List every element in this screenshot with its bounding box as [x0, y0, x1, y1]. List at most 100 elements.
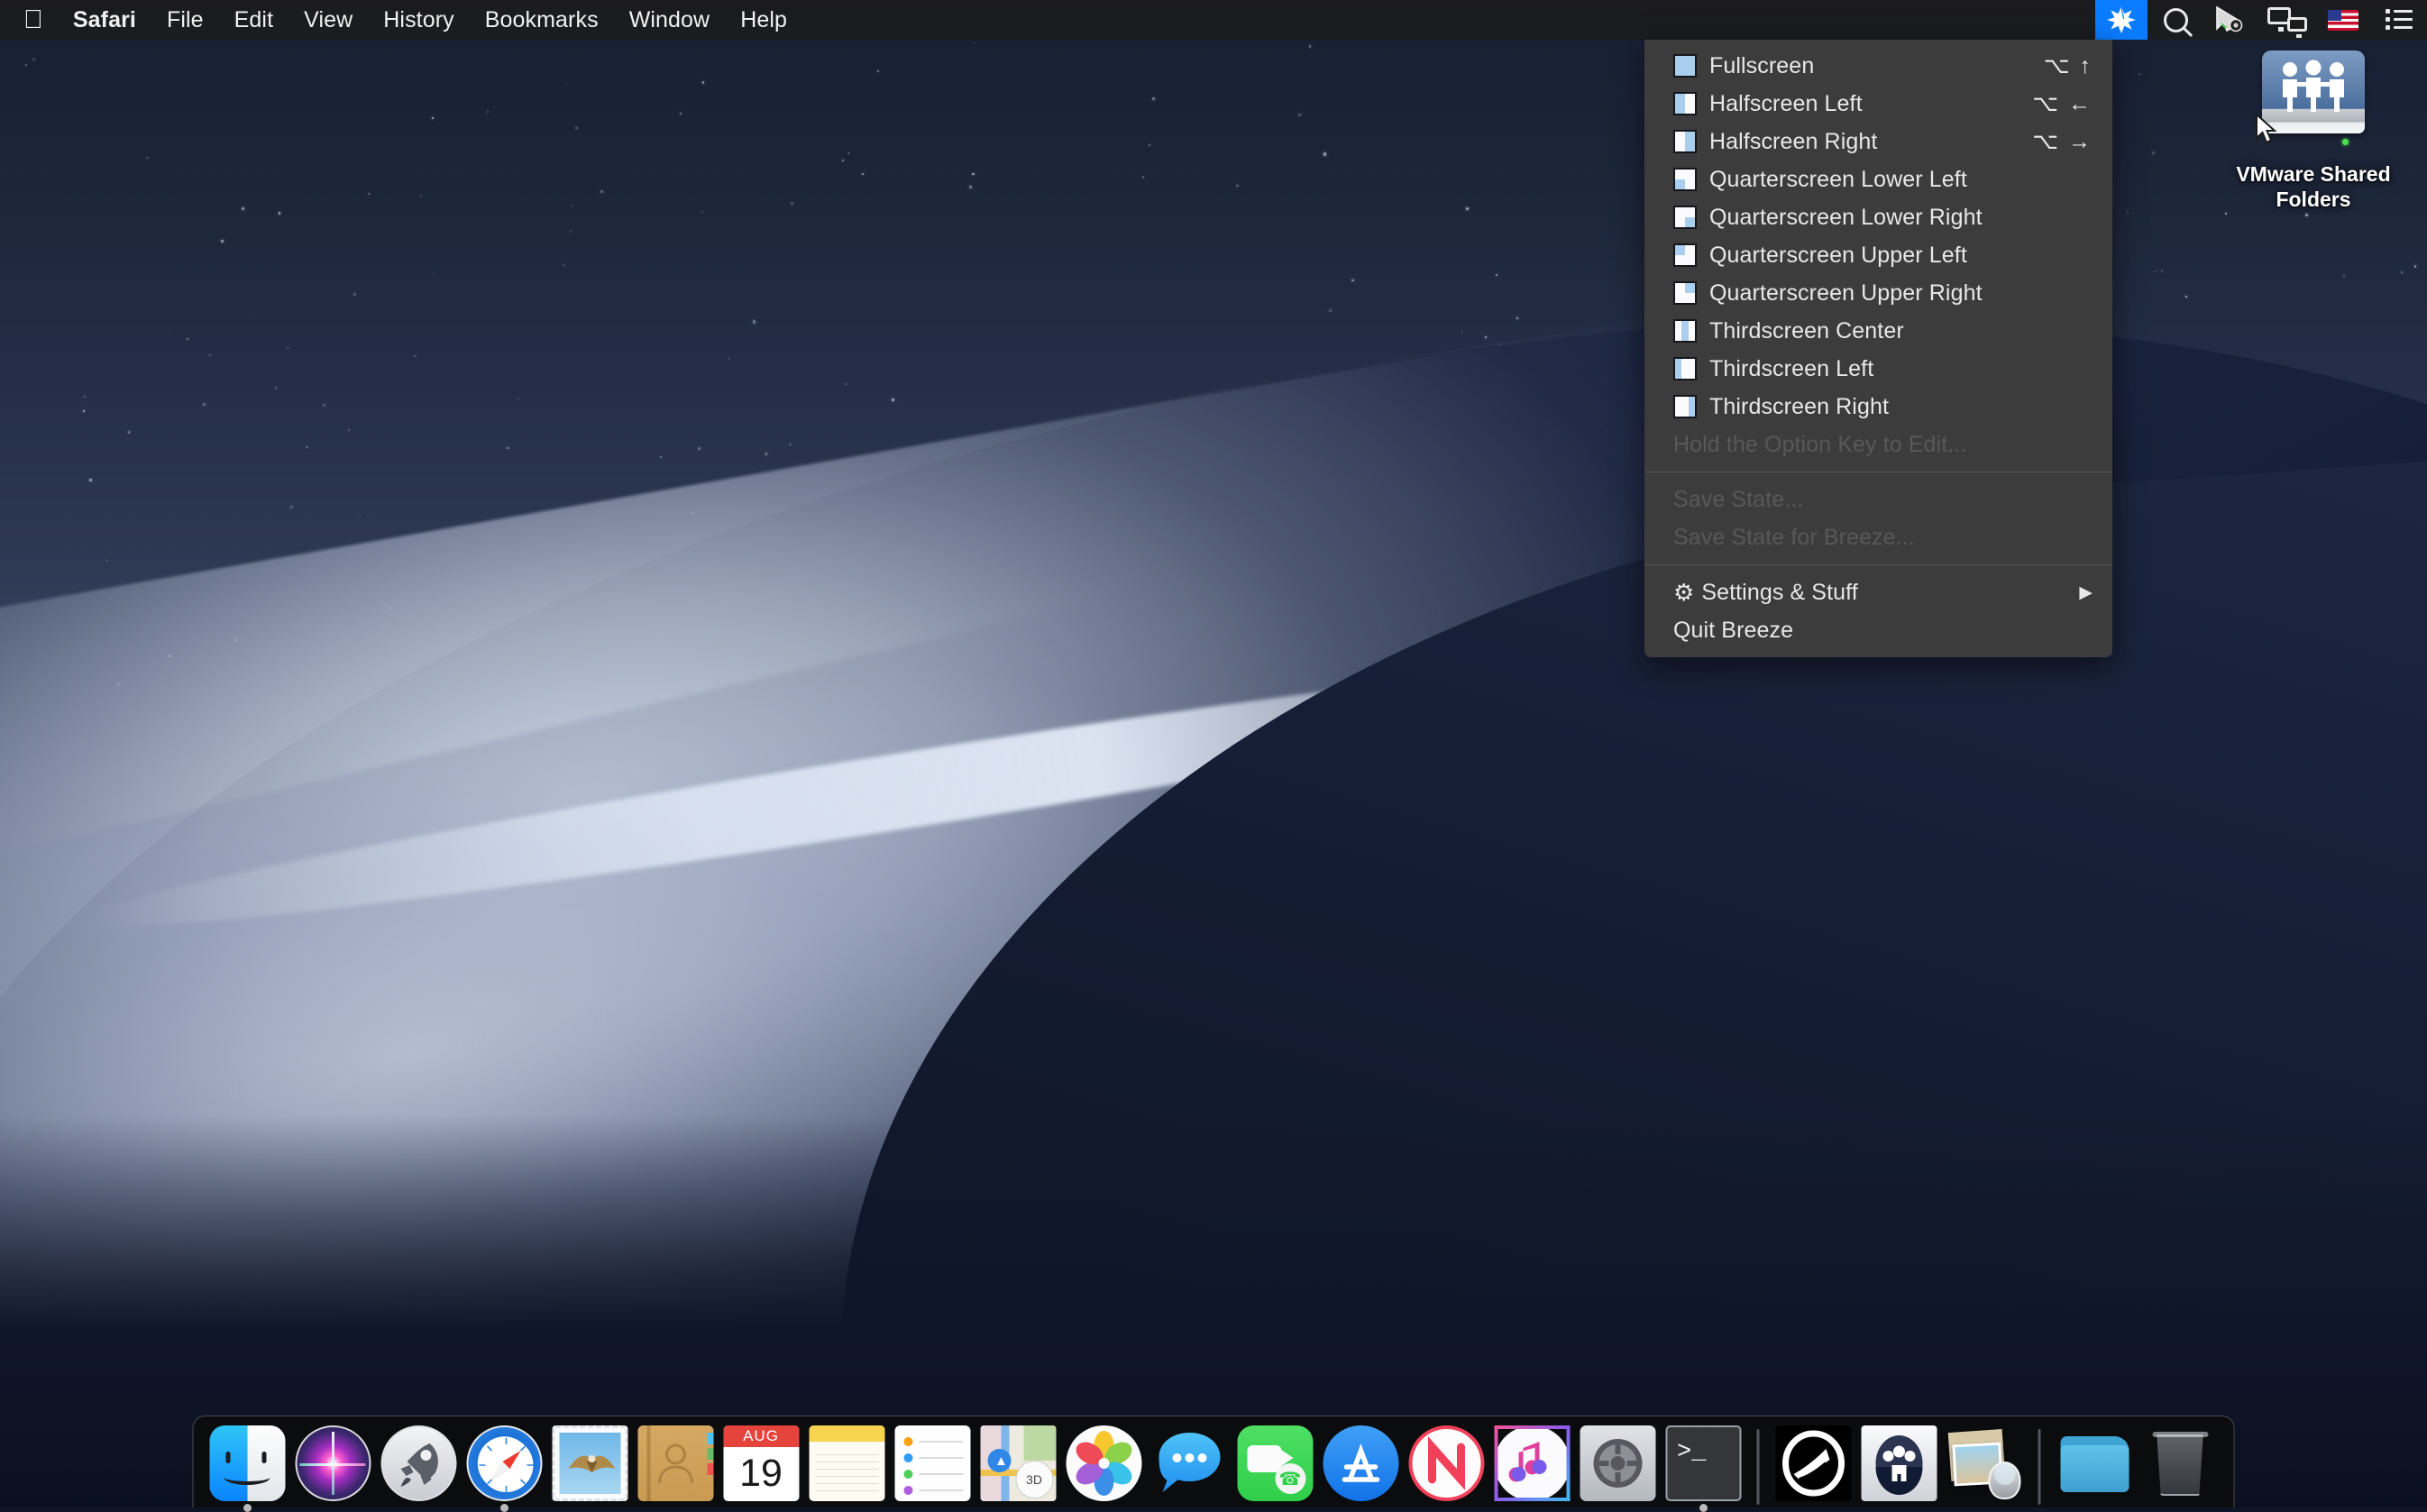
menu-item-thirdscreen-center[interactable]: Thirdscreen Center [1644, 312, 2112, 350]
app-store-icon [1323, 1425, 1398, 1501]
desktop-icon-label: VMware Shared Folders [2223, 161, 2404, 212]
dock-item-mail[interactable] [547, 1424, 633, 1509]
dock-item-keka[interactable] [1771, 1424, 1856, 1509]
dock-item-reminders[interactable] [890, 1424, 975, 1509]
launchpad-icon [380, 1425, 456, 1501]
zone-half-left-icon [1673, 92, 1697, 115]
dock-item-app-store[interactable] [1318, 1424, 1404, 1509]
search-icon[interactable] [2148, 0, 2203, 40]
menu-view[interactable]: View [288, 0, 368, 40]
dock-item-launchpad[interactable] [376, 1424, 462, 1509]
menu-history[interactable]: History [368, 0, 469, 40]
three-people-glyph [2274, 60, 2353, 114]
trash-icon [2142, 1425, 2218, 1501]
dock-item-notes[interactable] [804, 1424, 890, 1509]
dock-item-siri[interactable] [290, 1424, 376, 1509]
calendar-icon: AUG 19 [723, 1425, 799, 1501]
us-flag-input-icon[interactable] [2315, 0, 2371, 40]
vmware-cursor-glyph [2213, 5, 2249, 34]
menu-item-halfscreen-left[interactable]: Halfscreen Left ⌥ ← [1644, 85, 2112, 123]
menu-item-label: Quit Breeze [1673, 618, 2093, 644]
breeze-menubar-icon[interactable] [2095, 0, 2148, 40]
app-store-a-glyph [1323, 1425, 1398, 1501]
dock-item-downloads-folder[interactable] [2052, 1424, 2138, 1509]
dock-item-photos[interactable] [1061, 1424, 1147, 1509]
phone-glyph: ☎ [1275, 1463, 1305, 1494]
safari-icon [466, 1425, 542, 1501]
drive-activity-led-icon [2342, 139, 2349, 145]
dock-item-facetime[interactable]: ☎ [1232, 1424, 1318, 1509]
vmware-cursor-icon[interactable] [2203, 0, 2259, 40]
maps-icon: ▲ 3D [980, 1425, 1056, 1501]
dock-item-safari[interactable] [462, 1424, 547, 1509]
dock-item-trash[interactable] [2138, 1424, 2223, 1509]
dock-item-finder[interactable] [205, 1424, 290, 1509]
dock-item-preview[interactable] [1942, 1424, 2028, 1509]
menu-item-quarterscreen-lower-right[interactable]: Quarterscreen Lower Right [1644, 198, 2112, 236]
menu-item-label: Quarterscreen Lower Left [1709, 167, 2093, 193]
menu-safari[interactable]: Safari [58, 0, 151, 40]
photos-icon [1066, 1425, 1141, 1501]
menu-item-shortcut: ⌥ ↑ [2044, 52, 2093, 79]
menu-edit[interactable]: Edit [219, 0, 288, 40]
apple-logo-icon[interactable]:  [0, 0, 58, 40]
menu-item-fullscreen[interactable]: Fullscreen ⌥ ↑ [1644, 47, 2112, 85]
menu-item-label: Fullscreen [1709, 53, 2044, 79]
gear-icon: ⚙ [1673, 579, 1694, 607]
notification-center-icon[interactable] [2371, 0, 2427, 40]
compass-glyph [468, 1427, 542, 1501]
menu-item-quarterscreen-upper-right[interactable]: Quarterscreen Upper Right [1644, 274, 2112, 312]
dock-separator [1757, 1429, 1760, 1505]
zone-quarter-lower-right-icon [1673, 206, 1697, 229]
zone-quarter-lower-left-icon [1673, 168, 1697, 191]
breeze-leaf-glyph [2106, 5, 2137, 35]
maps-compass-glyph: ▲ [994, 1453, 1008, 1469]
menu-item-label: Save State... [1673, 487, 2093, 513]
menu-window[interactable]: Window [614, 0, 726, 40]
menu-item-quit-breeze[interactable]: Quit Breeze [1644, 611, 2112, 649]
breeze-dropdown-menu: Fullscreen ⌥ ↑ Halfscreen Left ⌥ ← Halfs… [1644, 40, 2112, 657]
running-indicator [243, 1504, 252, 1512]
menu-item-settings-and-stuff[interactable]: ⚙ Settings & Stuff ▶ [1644, 573, 2112, 611]
dock-item-messages[interactable] [1147, 1424, 1232, 1509]
person-glyph [655, 1442, 695, 1485]
zone-quarter-upper-right-icon [1673, 281, 1697, 305]
downloads-folder-icon [2056, 1425, 2132, 1501]
system-preferences-icon [1580, 1425, 1655, 1501]
menu-bar-app-menus:  Safari File Edit View History Bookmark… [0, 0, 802, 40]
menu-item-thirdscreen-right[interactable]: Thirdscreen Right [1644, 388, 2112, 426]
menu-bookmarks[interactable]: Bookmarks [470, 0, 614, 40]
menu-item-thirdscreen-left[interactable]: Thirdscreen Left [1644, 350, 2112, 388]
dock-item-terminal[interactable]: >_ [1661, 1424, 1746, 1509]
dock-item-maps[interactable]: ▲ 3D [975, 1424, 1061, 1509]
menu-help[interactable]: Help [725, 0, 802, 40]
vmware-shared-folders-drive-icon [2255, 47, 2372, 153]
displays-icon[interactable] [2259, 0, 2315, 40]
zone-fullscreen-icon [1673, 54, 1697, 78]
finder-icon [209, 1425, 285, 1501]
running-indicator [1699, 1504, 1708, 1512]
menu-file[interactable]: File [151, 0, 219, 40]
dock-item-system-preferences[interactable] [1575, 1424, 1661, 1509]
menu-item-label: Quarterscreen Lower Right [1709, 205, 2093, 231]
menu-item-quarterscreen-lower-left[interactable]: Quarterscreen Lower Left [1644, 160, 2112, 198]
maps-3d-badge: 3D [1015, 1461, 1053, 1498]
dock-item-contacts[interactable] [633, 1424, 719, 1509]
dock-item-news[interactable] [1404, 1424, 1489, 1509]
dock-item-itunes[interactable] [1489, 1424, 1575, 1509]
mail-icon [552, 1425, 627, 1501]
dock-item-calendar[interactable]: AUG 19 [719, 1424, 804, 1509]
zone-half-right-icon [1673, 130, 1697, 153]
zone-third-left-icon [1673, 357, 1697, 380]
menu-item-quarterscreen-upper-left[interactable]: Quarterscreen Upper Left [1644, 236, 2112, 274]
desktop-icon-vmware-shared-folders[interactable]: VMware Shared Folders [2223, 47, 2404, 212]
dock-item-cyberduck[interactable] [1856, 1424, 1942, 1509]
facetime-icon: ☎ [1237, 1425, 1313, 1501]
menu-bar-status-icons [2095, 0, 2427, 40]
terminal-prompt: >_ [1677, 1439, 1706, 1466]
music-note-glyph [1497, 1429, 1566, 1498]
duck-paw-glyph [1861, 1425, 1937, 1501]
menu-item-label: Hold the Option Key to Edit... [1673, 432, 2093, 458]
menu-item-halfscreen-right[interactable]: Halfscreen Right ⌥ → [1644, 123, 2112, 160]
eagle-glyph [559, 1433, 624, 1498]
